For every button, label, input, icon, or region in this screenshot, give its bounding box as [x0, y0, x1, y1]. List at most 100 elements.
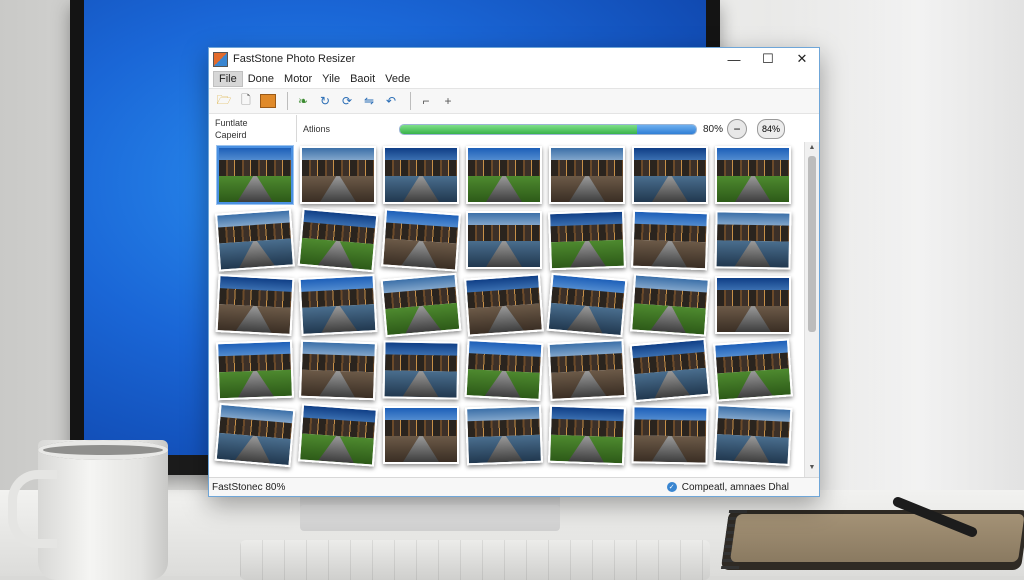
thumbnail[interactable] — [383, 146, 459, 204]
thumbnail-photo — [217, 276, 293, 334]
menu-vede[interactable]: Vede — [380, 72, 415, 86]
thumbnail[interactable] — [300, 146, 376, 204]
toolbar: 🗁 🗋 ❧ ↻ ⟳ ⇋ ↶ ⌐ + — [209, 88, 819, 114]
thumbnail[interactable] — [714, 210, 792, 270]
thumbnail[interactable] — [549, 146, 625, 204]
thumbnail[interactable] — [216, 339, 294, 401]
menu-done[interactable]: Done — [243, 72, 279, 86]
status-right: ✓ Compeatl, amnaes Dhal — [666, 482, 819, 493]
thumbnail-photo — [715, 406, 791, 464]
app-icon — [213, 51, 228, 67]
thumbnail-photo — [633, 211, 707, 269]
thumbnail-photo — [717, 148, 789, 202]
thumbnail[interactable] — [382, 340, 460, 400]
photo-buildings — [385, 419, 457, 437]
thumbnail[interactable] — [215, 274, 295, 336]
vertical-scrollbar[interactable]: ▲ ▼ — [804, 142, 819, 478]
title-bar[interactable]: FastStone Photo Resizer — ☐ ✕ — [209, 48, 819, 70]
zoom-out-button[interactable]: − — [727, 119, 748, 139]
thumbnail[interactable] — [547, 339, 627, 401]
menu-motor[interactable]: Motor — [279, 72, 317, 86]
thumbnail[interactable] — [464, 273, 544, 337]
thumbnail[interactable] — [548, 209, 626, 271]
thumbnail[interactable] — [713, 338, 793, 402]
crop-icon[interactable]: ⌐ — [417, 92, 435, 110]
thumbnail-photo — [301, 341, 375, 399]
thumbnail[interactable] — [548, 404, 626, 466]
menu-bar: File Done Motor Yile Baoit Vede — [209, 70, 819, 88]
thumbnail[interactable] — [715, 276, 791, 334]
thumbnail[interactable] — [381, 208, 461, 272]
actions-label: Atlions — [303, 124, 331, 134]
thumbnail-photo — [302, 148, 374, 202]
thumbnail[interactable] — [214, 402, 296, 468]
thumbnail-photo — [468, 148, 540, 202]
thumbnail-photo — [466, 275, 542, 335]
flip-icon[interactable]: ⇋ — [360, 92, 378, 110]
thumbnail[interactable] — [215, 208, 295, 272]
thumbnail[interactable] — [298, 274, 378, 336]
photo-buildings — [634, 159, 706, 177]
coffee-mug — [8, 440, 168, 580]
window-title: FastStone Photo Resizer — [233, 53, 356, 65]
menu-baoit[interactable]: Baoit — [345, 72, 380, 86]
photo-buildings — [716, 224, 790, 242]
zoom-value-button[interactable]: 84% — [757, 119, 786, 139]
thumbnail[interactable] — [299, 339, 377, 401]
thumbnail[interactable] — [297, 207, 379, 273]
maximize-button[interactable]: ☐ — [751, 48, 785, 70]
thumbnail[interactable] — [466, 146, 542, 204]
leaf-icon[interactable]: ❧ — [294, 92, 312, 110]
thumbnail[interactable] — [629, 337, 711, 403]
thumbnail[interactable] — [632, 146, 708, 204]
thumbnail[interactable] — [715, 146, 791, 204]
thumbnail-photo — [467, 406, 541, 464]
thumbnail[interactable] — [713, 404, 793, 466]
thumbnail[interactable] — [383, 406, 459, 464]
scroll-up-icon[interactable]: ▲ — [805, 144, 819, 156]
thumbnail-photo — [550, 211, 624, 269]
thumbnail[interactable] — [466, 211, 542, 269]
plus-icon[interactable]: + — [439, 92, 457, 110]
thumbnail-area: ▲ ▼ — [209, 142, 819, 478]
scroll-thumb[interactable] — [808, 156, 816, 332]
thumbnail-photo — [632, 275, 708, 335]
thumbnail-photo — [382, 274, 460, 336]
open-folder-icon[interactable]: 🗁 — [215, 92, 233, 110]
thumbnail[interactable] — [298, 403, 378, 467]
photo-buildings — [717, 289, 789, 307]
mug-rim — [38, 440, 168, 460]
minimize-button[interactable]: — — [717, 48, 751, 70]
menu-yile[interactable]: Yile — [317, 72, 345, 86]
close-button[interactable]: ✕ — [785, 48, 819, 70]
photo-buildings — [468, 224, 540, 242]
refresh-icon[interactable]: ⟳ — [338, 92, 356, 110]
rotate-icon[interactable]: ↻ — [316, 92, 334, 110]
scroll-down-icon[interactable]: ▼ — [805, 464, 819, 476]
undo-icon[interactable]: ↶ — [382, 92, 400, 110]
thumbnail-photo — [466, 341, 542, 399]
source-box[interactable]: Funtlate Capeird — [213, 115, 297, 143]
thumbnail-photo — [715, 340, 791, 400]
box-icon[interactable] — [259, 92, 277, 110]
thumbnail[interactable] — [546, 272, 628, 338]
thumbnail[interactable] — [380, 272, 462, 338]
monitor-base — [300, 505, 560, 531]
thumbnail-photo — [218, 341, 292, 399]
mug-handle — [8, 470, 57, 548]
photo-buildings — [219, 159, 291, 177]
app-window: FastStone Photo Resizer — ☐ ✕ File Done … — [208, 47, 820, 497]
thumbnail[interactable] — [464, 339, 544, 401]
menu-file[interactable]: File — [213, 71, 243, 87]
progress-remaining — [636, 124, 696, 134]
keyboard — [240, 540, 710, 580]
thumbnail[interactable] — [631, 405, 709, 465]
thumbnail-photo — [633, 407, 707, 463]
new-file-icon[interactable]: 🗋 — [237, 92, 255, 110]
thumbnail-photo — [717, 278, 789, 332]
photo-buildings — [302, 159, 374, 177]
thumbnail[interactable] — [217, 146, 293, 204]
thumbnail[interactable] — [630, 273, 710, 337]
thumbnail[interactable] — [631, 209, 709, 271]
thumbnail[interactable] — [465, 404, 543, 466]
